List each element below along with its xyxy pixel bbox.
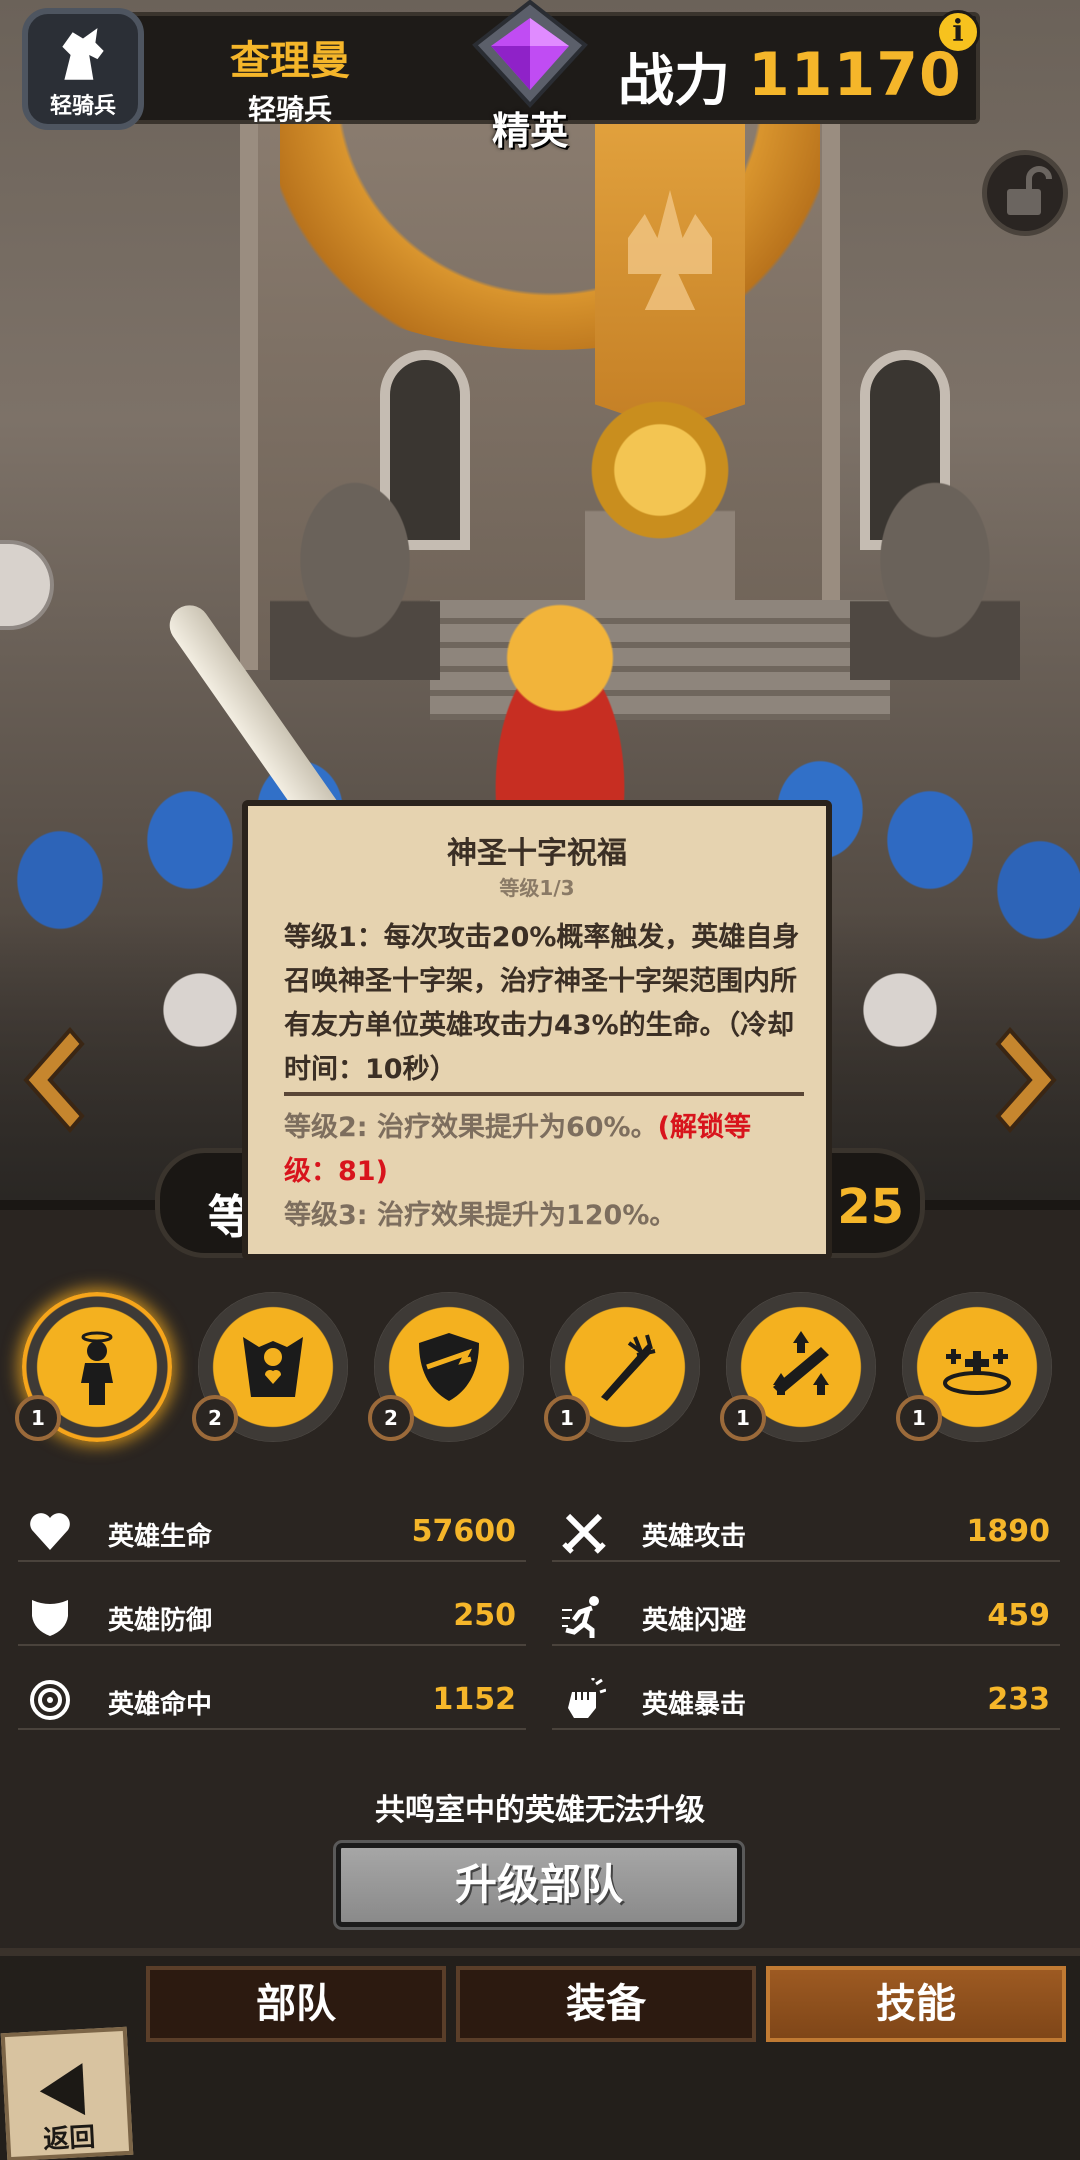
stat-dodge: 英雄闪避 459 (552, 1586, 1060, 1646)
hero-name: 查理曼 (230, 38, 350, 84)
stat-value: 459 (987, 1598, 1050, 1633)
lock-button[interactable] (982, 150, 1068, 236)
tab-equipment[interactable]: 装备 (456, 1966, 756, 2042)
skill-tooltip: 神圣十字祝福 等级1/3 等级1：每次攻击20%概率触发，英雄自身召唤神圣十字架… (242, 800, 832, 1260)
hero-class: 轻骑兵 (247, 93, 332, 126)
stat-defense: 英雄防御 250 (18, 1586, 526, 1646)
stat-label: 英雄防御 (108, 1606, 213, 1636)
shield-break-icon (419, 1333, 479, 1401)
crossed-swords-icon (562, 1513, 606, 1554)
skill-level-badge: 1 (15, 1395, 61, 1441)
power-value: 11170 (748, 40, 962, 110)
stat-label: 英雄生命 (108, 1522, 213, 1552)
class-badge-label: 轻骑兵 (49, 94, 116, 119)
stat-label: 英雄暴击 (642, 1690, 747, 1720)
stat-label: 英雄命中 (108, 1690, 213, 1720)
horse-icon (62, 28, 104, 80)
skill-level-2-effect: 等级2: 治疗效果提升为60%。 (284, 1112, 658, 1143)
skill-level-badge: 2 (192, 1395, 238, 1441)
skill-level-badge: 1 (544, 1395, 590, 1441)
fist-icon (568, 1678, 606, 1718)
holy-hero-icon (81, 1331, 113, 1405)
heart-icon (30, 1513, 70, 1550)
tab-troops[interactable]: 部队 (146, 1966, 446, 2042)
attack-boost-icon (773, 1331, 829, 1395)
prev-hero-arrow-icon[interactable] (8, 1020, 88, 1140)
upgrade-notice: 共鸣室中的英雄无法升级 (375, 1793, 705, 1828)
skill-level-badge: 2 (368, 1395, 414, 1441)
level-value: 25 (837, 1179, 904, 1235)
stat-value: 1890 (966, 1514, 1051, 1549)
running-man-icon (562, 1596, 599, 1638)
info-icon[interactable]: i (936, 10, 980, 54)
shield-icon (32, 1600, 68, 1636)
stat-attack: 英雄攻击 1890 (552, 1502, 1060, 1562)
elite-gem-icon (472, 0, 588, 108)
skill-level-badge: 1 (896, 1395, 942, 1441)
rank-label: 精英 (491, 109, 568, 153)
skill-level-3-effect: 等级3: 治疗效果提升为120%。 (284, 1200, 677, 1231)
next-hero-arrow-icon[interactable] (992, 1020, 1072, 1140)
stat-hit: 英雄命中 1152 (18, 1670, 526, 1730)
stat-hp: 英雄生命 57600 (18, 1502, 526, 1562)
stat-value: 1152 (432, 1682, 517, 1717)
stat-crit: 英雄暴击 233 (552, 1670, 1060, 1730)
heart-guardian-icon (243, 1337, 303, 1397)
stat-value: 57600 (411, 1514, 516, 1549)
skill-level-badge: 1 (720, 1395, 766, 1441)
skill-tooltip-level: 等级1/3 (499, 876, 575, 900)
stat-value: 250 (453, 1598, 516, 1633)
skill-tooltip-title: 神圣十字祝福 (447, 836, 627, 871)
stat-value: 233 (987, 1682, 1050, 1717)
back-arrow-icon (38, 2063, 86, 2118)
stat-label: 英雄闪避 (642, 1606, 747, 1636)
skill-current-effect: 等级1：每次攻击20%概率触发，英雄自身召唤神圣十字架，治疗神圣十字架范围内所有… (284, 922, 800, 1085)
back-button[interactable]: 返回 (0, 2026, 134, 2160)
tooltip-divider (284, 1092, 804, 1096)
unlock-icon (1007, 166, 1052, 215)
upgrade-troops-button[interactable]: 升级部队 (333, 1840, 745, 1930)
skill-next-effects: 等级2: 治疗效果提升为60%。(解锁等级：81) 等级3: 治疗效果提升为12… (284, 1106, 804, 1238)
sword-strike-icon (601, 1334, 656, 1401)
tab-skills[interactable]: 技能 (766, 1966, 1066, 2042)
stat-label: 英雄攻击 (642, 1522, 747, 1552)
class-badge[interactable]: 轻骑兵 (22, 8, 144, 130)
holy-crosses-icon (943, 1349, 1011, 1395)
target-icon (30, 1680, 70, 1720)
throne (585, 400, 735, 600)
knight-statue-right (850, 480, 1020, 680)
back-button-label: 返回 (42, 2122, 97, 2156)
power-label: 战力 (618, 49, 730, 114)
knight-statue-left (270, 480, 440, 680)
